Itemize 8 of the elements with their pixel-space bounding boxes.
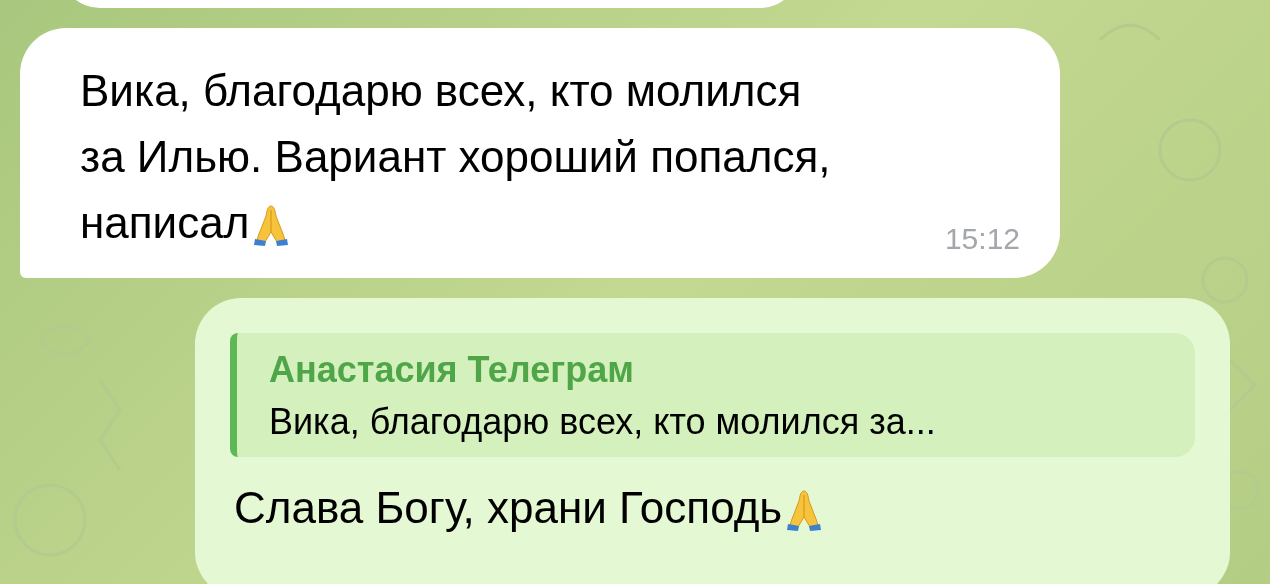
reply-quote[interactable]: Анастасия Телеграм Вика, благодарю всех, кто молился за... xyxy=(230,333,1195,457)
message-text: Слава Богу, храни Господь xyxy=(234,482,783,534)
message-text: за Илью. Вариант хороший попался, xyxy=(80,131,831,183)
reply-text: Вика, благодарю всех, кто молился за... xyxy=(269,401,937,443)
reply-author: Анастасия Телеграм xyxy=(269,349,635,391)
message-text: Вика, благодарю всех, кто молился xyxy=(80,65,802,117)
message-text: написал xyxy=(80,197,250,249)
message-time: 15:12 xyxy=(944,222,1020,256)
